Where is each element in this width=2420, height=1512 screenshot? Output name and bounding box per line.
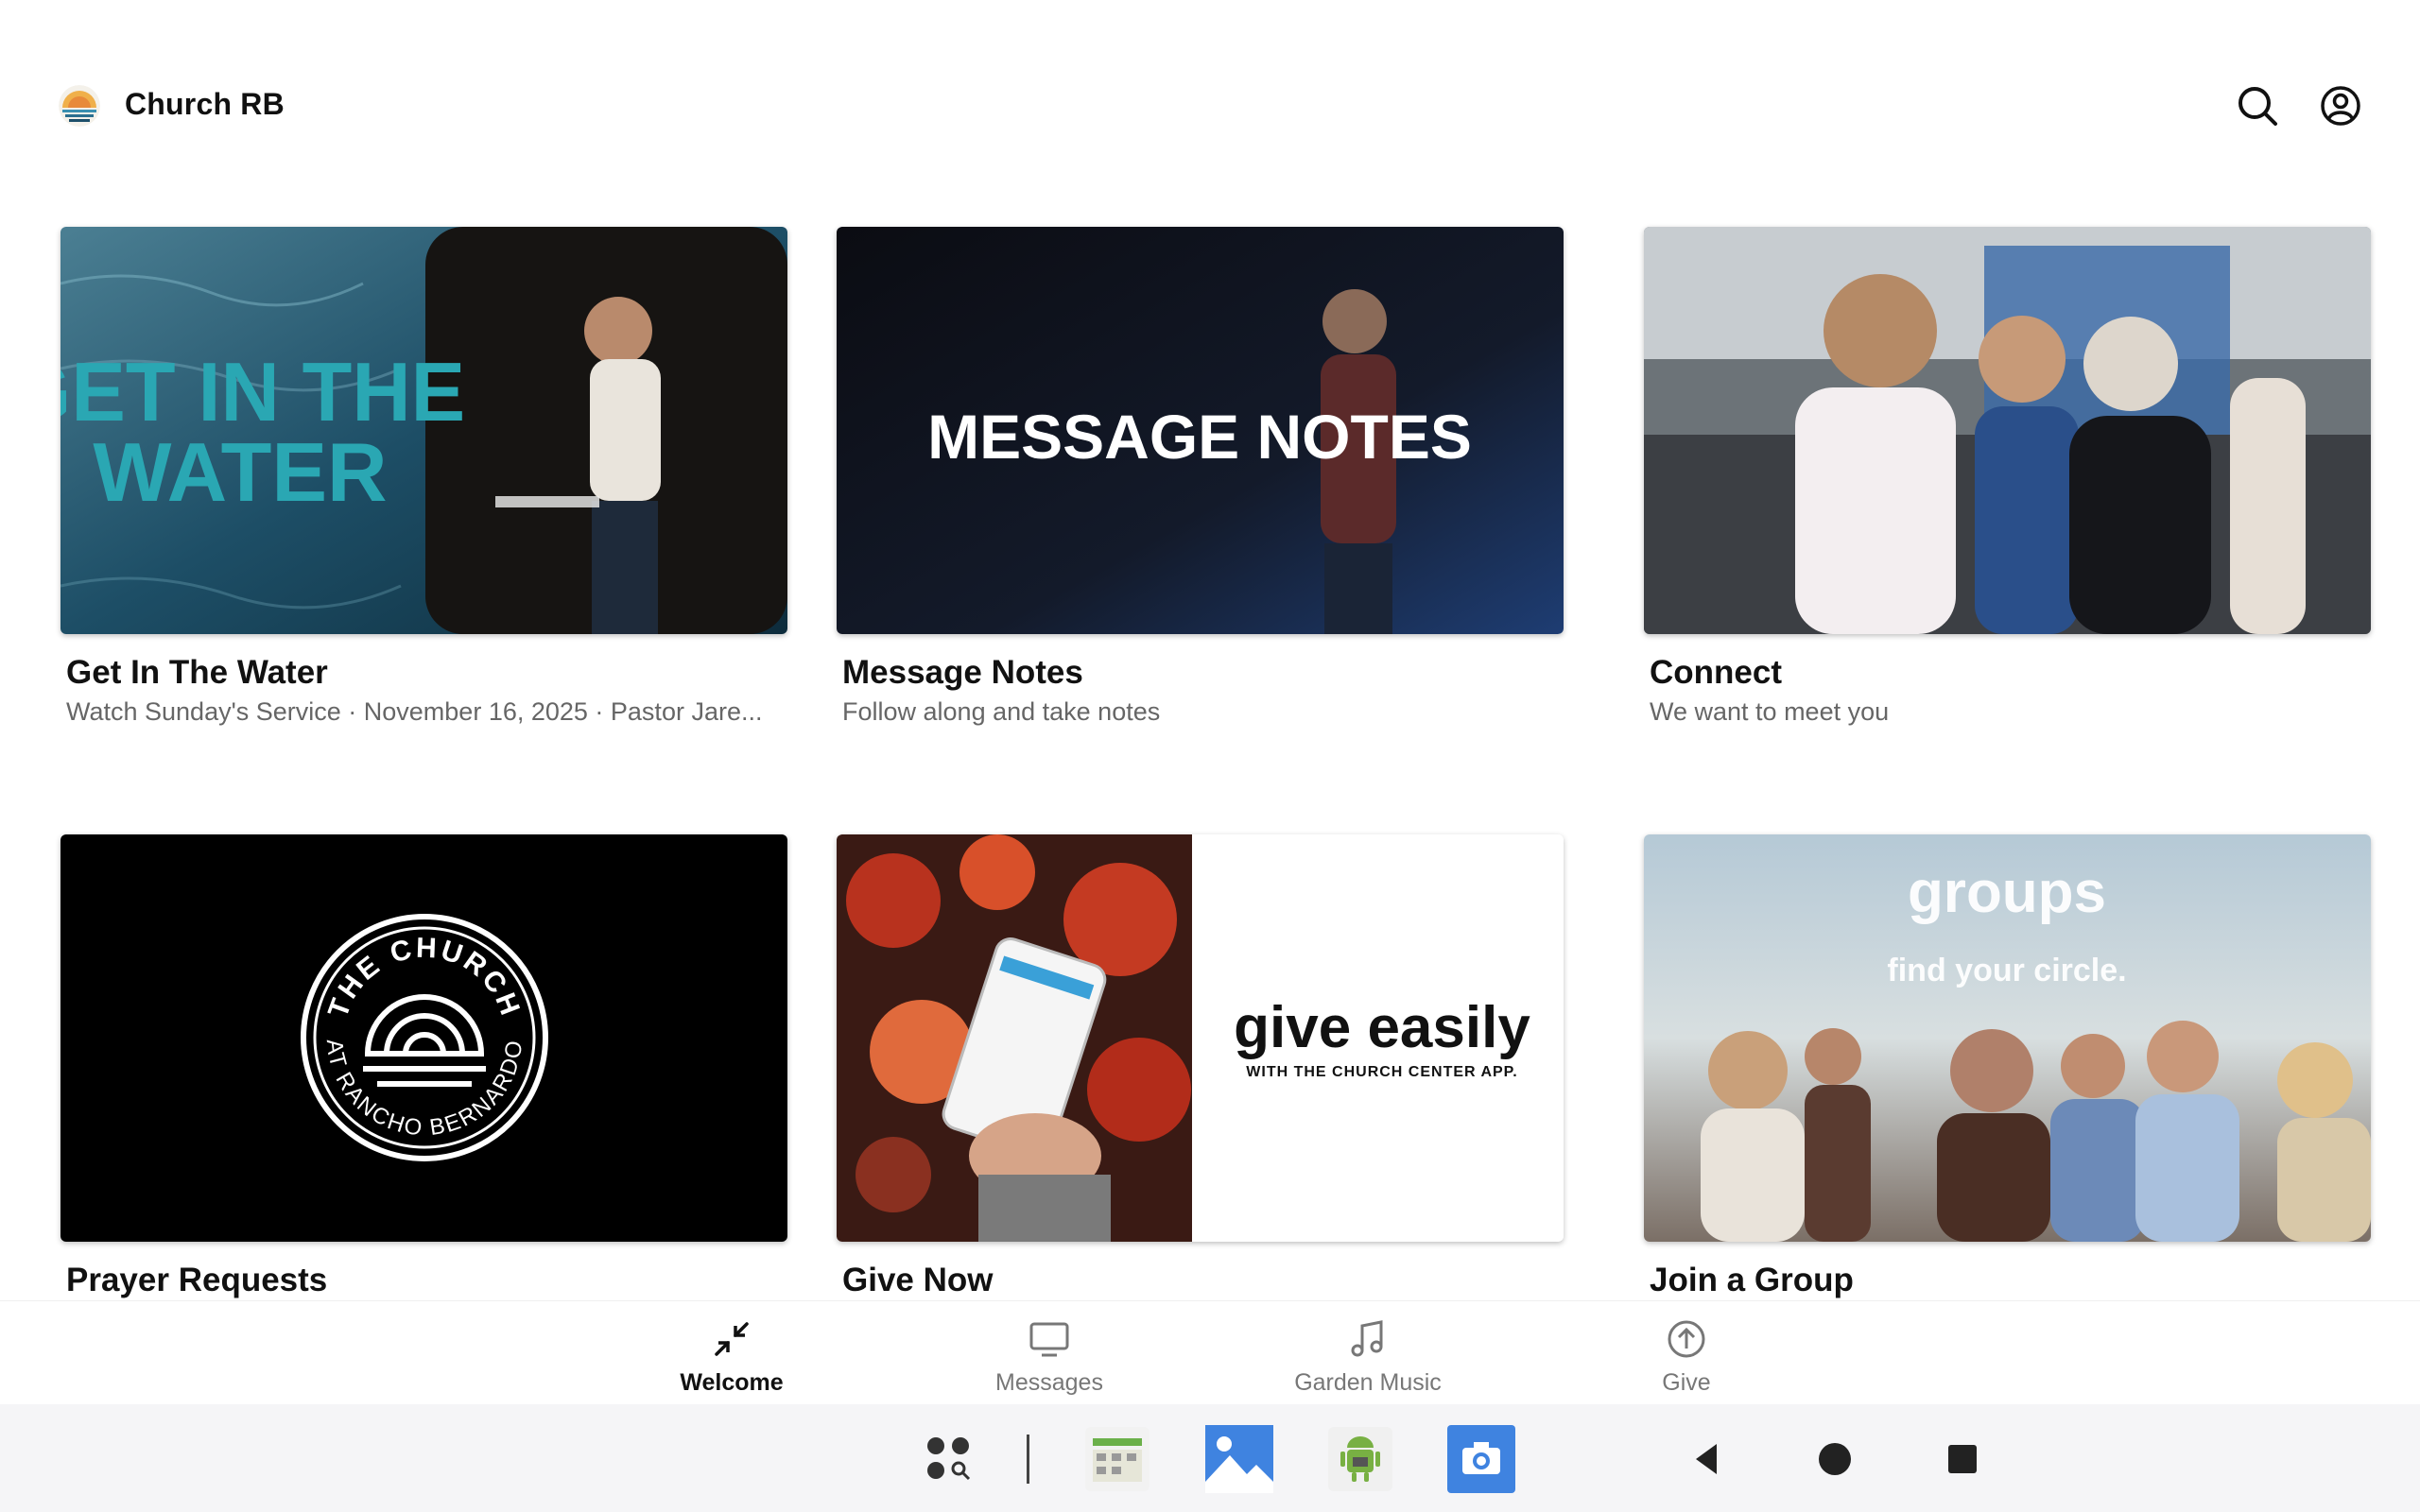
- app-title: Church RB: [125, 87, 285, 121]
- content-grid: GET IN THE WATER Get In The Water Watch …: [0, 189, 2420, 1300]
- gallery-app-icon[interactable]: [1205, 1425, 1273, 1493]
- tab-label: Give: [1662, 1369, 1711, 1396]
- image-text-line-2: WATER: [93, 425, 387, 519]
- tab-label: Welcome: [680, 1369, 784, 1396]
- image-subline: WITH THE CHURCH CENTER APP.: [1246, 1064, 1517, 1080]
- card-image: THE CHURCH AT RANCHO BERNARDO: [60, 834, 787, 1242]
- card-title: Give Now: [842, 1262, 994, 1298]
- tab-label: Messages: [995, 1369, 1103, 1396]
- tab-garden-music[interactable]: Garden Music: [1264, 1318, 1472, 1397]
- tab-messages[interactable]: Messages: [945, 1318, 1153, 1397]
- camera-app-icon[interactable]: [1447, 1425, 1515, 1493]
- divider: [1027, 1435, 1029, 1484]
- search-icon[interactable]: [2233, 81, 2282, 130]
- card-title: Message Notes: [842, 654, 1083, 691]
- calendar-app-icon[interactable]: [1083, 1425, 1151, 1493]
- card-subtitle: Follow along and take notes: [842, 697, 1161, 726]
- card-image: MESSAGE NOTES: [837, 227, 1564, 634]
- bottom-tab-bar: Welcome Messages Garden Music Give: [0, 1300, 2420, 1405]
- monitor-icon: [1029, 1322, 1069, 1357]
- image-subline: find your circle.: [1887, 953, 2126, 988]
- card-image: groups find your circle.: [1644, 834, 2371, 1242]
- card-title: Prayer Requests: [66, 1262, 328, 1298]
- image-text: MESSAGE NOTES: [927, 402, 1472, 472]
- image-headline: give easily: [1234, 995, 1530, 1060]
- card-image: give easily WITH THE CHURCH CENTER APP.: [837, 834, 1564, 1242]
- tab-welcome[interactable]: Welcome: [628, 1318, 836, 1397]
- home-icon[interactable]: [1810, 1435, 1859, 1484]
- card-title: Connect: [1650, 654, 1782, 691]
- android-app-icon[interactable]: [1326, 1425, 1394, 1493]
- card-title: Get In The Water: [66, 654, 328, 691]
- arrow-up-circle-icon: [1668, 1320, 1705, 1358]
- tab-give[interactable]: Give: [1582, 1318, 1790, 1397]
- card-subtitle: Watch Sunday's Service · November 16, 20…: [66, 697, 763, 726]
- card-image: [1644, 227, 2371, 634]
- church-logo-icon[interactable]: [59, 85, 100, 127]
- card-subtitle: We want to meet you: [1650, 697, 1890, 726]
- app-header: Church RB: [0, 0, 2420, 189]
- collapse-arrows-icon: [715, 1322, 749, 1356]
- back-icon[interactable]: [1683, 1435, 1732, 1484]
- system-navigation-bar: [0, 1404, 2420, 1512]
- card-title: Join a Group: [1650, 1262, 1854, 1298]
- music-note-icon: [1351, 1320, 1383, 1357]
- tab-label: Garden Music: [1294, 1369, 1442, 1396]
- account-icon[interactable]: [2316, 81, 2365, 130]
- image-headline: groups: [1908, 860, 2106, 925]
- recents-icon[interactable]: [1938, 1435, 1987, 1484]
- card-image: GET IN THE WATER: [60, 227, 787, 634]
- app-drawer-icon[interactable]: [915, 1425, 983, 1493]
